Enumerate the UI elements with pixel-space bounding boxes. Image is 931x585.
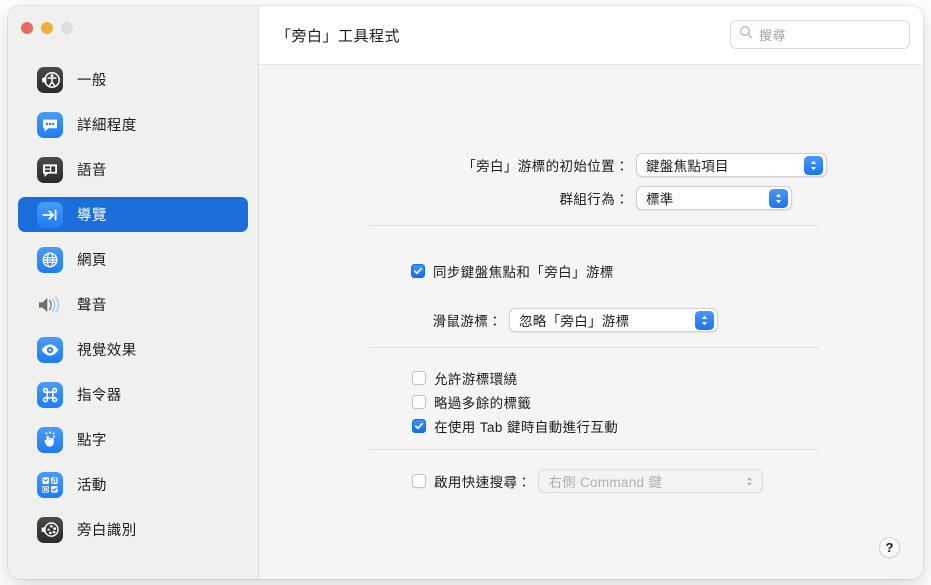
sidebar-item-label: 活動 (77, 478, 107, 494)
sidebar-item-navigation[interactable]: 導覽 (18, 197, 248, 232)
search-icon (739, 25, 754, 44)
chevron-up-down-icon (695, 311, 714, 330)
cursor-start-row: 「旁白」游標的初始位置： 鍵盤焦點項目 (462, 153, 827, 177)
sync-focus-row[interactable]: 同步鍵盤焦點和「旁白」游標 (411, 261, 614, 281)
chevron-up-down-icon (769, 189, 788, 208)
sidebar-item-commanders[interactable]: 指令器 (18, 377, 248, 412)
sidebar-item-label: 點字 (77, 433, 107, 449)
mouse-cursor-label: 滑鼠游標： (432, 314, 502, 329)
main-pane: 「旁白」工具程式 搜尋 「旁白」游標的初始位置： 鍵盤焦點項目 群組行為： 標準… (259, 6, 923, 579)
search-field[interactable]: 搜尋 (730, 20, 910, 49)
mouse-cursor-popup[interactable]: 忽略「旁白」游標 (509, 308, 718, 332)
cursor-start-label: 「旁白」游標的初始位置： (462, 159, 629, 174)
separator-1 (369, 225, 819, 226)
minimize-button[interactable] (41, 22, 53, 34)
quicknav-value: 右側 Command 鍵 (548, 475, 663, 490)
sidebar-item-label: 語音 (77, 163, 107, 179)
sidebar-item-label: 詳細程度 (77, 118, 137, 134)
cursor-start-value: 鍵盤焦點項目 (646, 159, 729, 174)
sidebar-item-recognition[interactable]: 旁白識別 (18, 512, 248, 547)
chevron-up-down-icon (804, 156, 823, 175)
group-behavior-popup[interactable]: 標準 (636, 186, 792, 210)
separator-2 (369, 347, 819, 348)
chevron-up-down-icon (740, 472, 759, 491)
braille-hand-icon (37, 426, 63, 453)
sidebar-item-label: 網頁 (77, 253, 107, 269)
sidebar-item-label: 旁白識別 (77, 523, 137, 539)
help-button[interactable]: ? (879, 537, 900, 558)
toolbar: 「旁白」工具程式 搜尋 (259, 6, 923, 65)
speech-bubble-dots-icon (37, 111, 63, 138)
sync-focus-checkbox[interactable] (411, 264, 425, 278)
sidebar-item-label: 指令器 (77, 388, 122, 404)
tab-interact-checkbox[interactable] (412, 419, 426, 433)
group-behavior-value: 標準 (646, 192, 674, 207)
activities-grid-icon (37, 471, 63, 498)
group-behavior-row: 群組行為： 標準 (559, 186, 792, 210)
quicknav-popup[interactable]: 右側 Command 鍵 (538, 469, 764, 493)
traffic-lights (21, 22, 73, 34)
sidebar-item-speech[interactable]: 語音 (18, 152, 248, 187)
tab-interact-row[interactable]: 在使用 Tab 鍵時自動進行互動 (412, 416, 618, 436)
settings-body: 「旁白」游標的初始位置： 鍵盤焦點項目 群組行為： 標準 同步鍵盤焦點和「旁白」… (259, 65, 923, 579)
speech-panel-icon (37, 156, 63, 183)
voiceover-recognition-icon (37, 516, 63, 543)
skip-redundant-checkbox[interactable] (412, 395, 426, 409)
quicknav-checkbox[interactable] (412, 474, 426, 488)
sidebar-item-sound[interactable]: 聲音 (18, 287, 248, 322)
search-placeholder: 搜尋 (759, 28, 786, 43)
cursor-start-popup[interactable]: 鍵盤焦點項目 (636, 153, 827, 177)
command-key-icon (37, 381, 63, 408)
sidebar-item-visuals[interactable]: 視覺效果 (18, 332, 248, 367)
quicknav-row[interactable]: 啟用快速搜尋： 右側 Command 鍵 (412, 469, 764, 493)
sidebar-item-web[interactable]: 網頁 (18, 242, 248, 277)
allow-wrap-label: 允許游標環繞 (434, 372, 518, 387)
page-title: 「旁白」工具程式 (276, 28, 401, 45)
eye-icon (37, 336, 63, 363)
separator-3 (369, 449, 819, 450)
tab-interact-label: 在使用 Tab 鍵時自動進行互動 (434, 420, 619, 435)
arrow-to-line-icon (37, 201, 63, 228)
sync-focus-label: 同步鍵盤焦點和「旁白」游標 (433, 265, 614, 280)
sidebar-item-activities[interactable]: 活動 (18, 467, 248, 502)
skip-redundant-row[interactable]: 略過多餘的標籤 (412, 392, 531, 412)
mouse-cursor-value: 忽略「旁白」游標 (519, 314, 630, 329)
sidebar-item-general[interactable]: 一般 (18, 62, 248, 97)
sidebar-list: 一般 詳細程度 語音 導覽 網頁 聲音 視覺效果 指令器 點字 活動 旁白識別 (8, 62, 258, 557)
voiceover-general-icon (37, 66, 63, 93)
sidebar-item-braille[interactable]: 點字 (18, 422, 248, 457)
allow-wrap-row[interactable]: 允許游標環繞 (412, 368, 517, 388)
sidebar-item-label: 聲音 (77, 298, 107, 314)
speaker-waves-icon (37, 292, 63, 318)
voiceover-utility-window: 一般 詳細程度 語音 導覽 網頁 聲音 視覺效果 指令器 點字 活動 旁白識別 … (8, 6, 923, 579)
zoom-button (61, 22, 73, 34)
skip-redundant-label: 略過多餘的標籤 (434, 396, 532, 411)
sidebar-item-label: 一般 (77, 73, 107, 89)
close-button[interactable] (21, 22, 33, 34)
group-behavior-label: 群組行為： (559, 192, 629, 207)
sidebar-item-label: 視覺效果 (77, 343, 137, 359)
sidebar: 一般 詳細程度 語音 導覽 網頁 聲音 視覺效果 指令器 點字 活動 旁白識別 (8, 6, 259, 579)
mouse-cursor-row: 滑鼠游標： 忽略「旁白」游標 (412, 308, 718, 332)
globe-icon (37, 246, 63, 273)
quicknav-label: 啟用快速搜尋： (434, 475, 532, 490)
sidebar-item-verbosity[interactable]: 詳細程度 (18, 107, 248, 142)
allow-wrap-checkbox[interactable] (412, 371, 426, 385)
sidebar-item-label: 導覽 (77, 208, 107, 224)
